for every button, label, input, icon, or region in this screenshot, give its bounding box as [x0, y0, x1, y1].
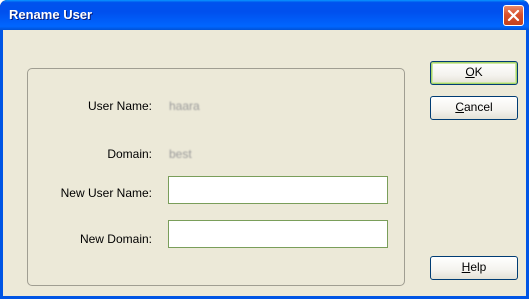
- cancel-button[interactable]: Cancel: [430, 96, 518, 120]
- ok-label-rest: K: [474, 65, 483, 79]
- dialog-body: User Name: haara Domain: best New User N…: [3, 30, 526, 296]
- user-info-group: User Name: haara Domain: best New User N…: [27, 68, 405, 286]
- window-title: Rename User: [9, 7, 93, 22]
- close-icon: [507, 9, 520, 22]
- domain-value: best: [169, 147, 192, 161]
- ok-button[interactable]: OK: [430, 61, 518, 85]
- user-name-value: haara: [169, 99, 200, 113]
- title-bar[interactable]: Rename User: [0, 0, 529, 30]
- cancel-accelerator: C: [455, 100, 464, 114]
- close-button[interactable]: [503, 5, 524, 26]
- ok-accelerator: O: [465, 65, 475, 79]
- domain-label: Domain:: [107, 147, 152, 161]
- new-user-name-label: New User Name:: [60, 186, 152, 200]
- cancel-label-rest: ancel: [463, 100, 493, 114]
- new-domain-input[interactable]: [168, 220, 388, 248]
- new-user-name-input[interactable]: [168, 176, 388, 204]
- help-label-rest: elp: [470, 260, 487, 274]
- user-name-label: User Name:: [87, 99, 152, 113]
- rename-user-dialog: Rename User User Name: haara Domain: bes…: [0, 0, 529, 299]
- help-button[interactable]: Help: [430, 256, 518, 280]
- new-domain-label: New Domain:: [79, 232, 152, 246]
